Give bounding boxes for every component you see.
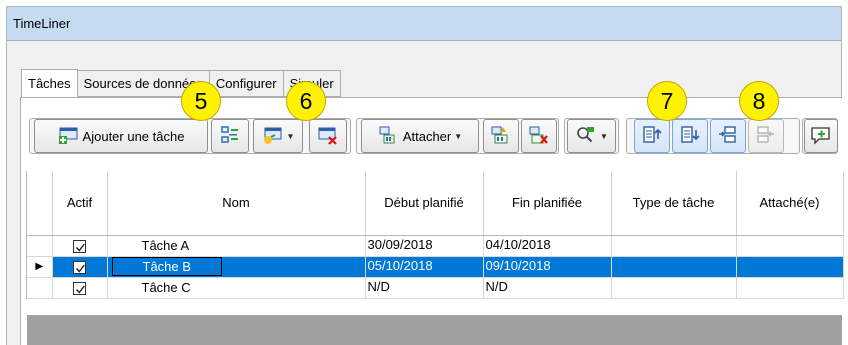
chevron-down-icon: ▼ [454,131,463,141]
start-date-cell[interactable]: 30/09/2018 [365,235,484,257]
window-title: TimeLiner [7,7,841,41]
add-comment-icon [810,125,832,148]
indent-icon [717,125,739,148]
auto-add-tasks-button[interactable] [211,119,249,153]
add-task-button[interactable]: Ajouter une tâche [34,119,208,153]
move-up-icon [641,125,663,148]
column-header-type-de-tache[interactable]: Type de tâche [611,171,737,236]
start-date-cell[interactable]: N/D [365,277,484,299]
chevron-down-icon: ▼ [286,131,295,141]
callout-5: 5 [181,81,221,121]
attach-icon [378,125,400,148]
find-items-button[interactable]: ▼ [567,119,616,153]
task-name-cell[interactable]: Tâche A [142,238,190,253]
column-header-fin-planifiee[interactable]: Fin planifiée [483,171,612,236]
row-header-corner [27,171,53,236]
indent-button[interactable] [710,119,746,153]
column-header-attachee[interactable]: Attaché(e) [736,171,844,236]
outdent-button[interactable] [748,119,784,153]
column-header-nom[interactable]: Nom [107,171,366,236]
table-row[interactable]: ▶ Tâche B 05/10/2018 09/10/2018 [27,256,844,278]
attached-cell[interactable] [736,277,844,299]
grid-empty-area [27,315,842,345]
clear-attachments-button[interactable] [521,119,557,153]
tab-taches[interactable]: Tâches [21,69,78,98]
end-date-cell[interactable]: 09/10/2018 [483,256,612,278]
attach-label: Attacher [402,128,452,144]
delete-task-button[interactable] [309,119,347,153]
active-checkbox[interactable] [73,240,86,254]
row-indicator[interactable] [27,235,53,257]
start-date-cell[interactable]: 05/10/2018 [365,256,484,278]
task-name-cell[interactable]: Tâche B [111,257,222,276]
tab-configurer[interactable]: Configurer [209,70,284,97]
callout-7: 7 [647,81,687,121]
table-row[interactable]: Tâche A 30/09/2018 04/10/2018 [27,235,844,257]
row-indicator[interactable] [27,277,53,299]
outdent-icon [755,125,777,148]
column-header-debut-planifie[interactable]: Début planifié [365,171,484,236]
attach-button[interactable]: Attacher ▼ [361,119,479,153]
task-type-cell[interactable] [611,235,737,257]
active-checkbox[interactable] [73,261,86,275]
auto-attach-rules-icon [490,125,512,148]
move-down-button[interactable] [672,119,708,153]
delete-task-icon [317,125,339,148]
row-indicator[interactable]: ▶ [27,256,53,278]
find-items-icon [575,125,597,148]
attached-cell[interactable] [736,235,844,257]
table-row[interactable]: Tâche C N/D N/D [27,277,844,299]
end-date-cell[interactable]: 04/10/2018 [483,235,612,257]
current-row-arrow-icon: ▶ [35,261,44,272]
end-date-cell[interactable]: N/D [483,277,612,299]
callout-8: 8 [739,81,779,121]
clear-attachments-icon [528,125,550,148]
insert-task-button[interactable]: ▼ [253,119,303,153]
add-comment-button[interactable] [804,119,838,153]
add-task-icon [58,125,80,148]
task-grid: Actif Nom Début planifié Fin planifiée T… [26,171,844,299]
task-name-cell[interactable]: Tâche C [142,280,191,295]
move-up-button[interactable] [634,119,670,153]
insert-task-icon [262,125,284,148]
move-down-icon [679,125,701,148]
task-type-cell[interactable] [611,256,737,278]
task-type-cell[interactable] [611,277,737,299]
add-task-label: Ajouter une tâche [82,128,185,144]
chevron-down-icon: ▼ [600,131,608,141]
auto-attach-rules-button[interactable] [483,119,519,153]
attached-cell[interactable] [736,256,844,278]
auto-add-tasks-icon [220,125,240,148]
active-checkbox[interactable] [73,282,86,296]
callout-6: 6 [286,81,326,121]
column-header-actif[interactable]: Actif [52,171,108,236]
